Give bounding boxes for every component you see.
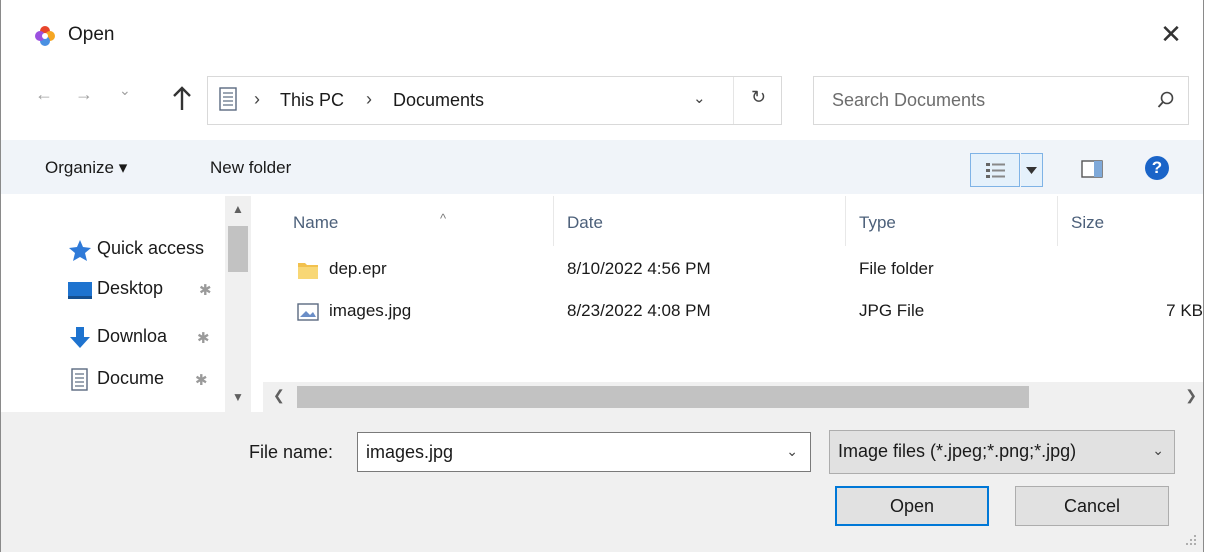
file-name-label: File name:: [249, 442, 334, 462]
window-title: Open: [68, 24, 115, 45]
sidebar-item-label: Docume: [97, 368, 165, 388]
cancel-button[interactable]: Cancel: [1015, 486, 1169, 526]
file-name: images.jpg: [329, 301, 412, 320]
file-name-input[interactable]: images.jpg: [366, 442, 453, 463]
breadcrumb-documents[interactable]: Documents: [393, 90, 484, 111]
organize-menu-button[interactable]: Organize ▾: [45, 158, 127, 178]
folder-icon: [298, 263, 318, 279]
scrollbar-thumb[interactable]: [297, 386, 1029, 408]
open-file-dialog: Open ✕ ← → ⌄ › This PC › Documents ⌄ ↻ S…: [0, 0, 1204, 552]
file-name-combobox[interactable]: images.jpg ⌄: [357, 432, 811, 472]
file-type-filter-dropdown[interactable]: Image files (*.jpeg;*.png;*.jpg) ⌄: [829, 430, 1175, 474]
file-row[interactable]: images.jpg 8/23/2022 4:08 PM JPG File 7 …: [263, 296, 1203, 330]
close-icon: ✕: [1160, 19, 1182, 49]
file-date: 8/10/2022 4:56 PM: [567, 259, 711, 278]
pin-icon: ✱: [195, 372, 208, 389]
column-divider[interactable]: [1057, 196, 1058, 246]
refresh-icon[interactable]: ↻: [751, 87, 766, 108]
column-divider[interactable]: [553, 196, 554, 246]
file-type-filter-value: Image files (*.jpeg;*.png;*.jpg): [838, 441, 1077, 461]
chevron-down-icon[interactable]: ⌄: [693, 89, 706, 107]
scroll-left-arrow[interactable]: ❮: [273, 387, 285, 404]
column-divider[interactable]: [845, 196, 846, 246]
scroll-up-arrow[interactable]: ▲: [232, 202, 244, 216]
sort-ascending-icon: ^: [440, 211, 447, 226]
file-date: 8/23/2022 4:08 PM: [567, 301, 711, 320]
navigation-pane: Quick access Desktop ✱ Downloa ✱ Docume …: [1, 196, 253, 412]
desktop-icon: [68, 282, 92, 299]
star-icon: [69, 240, 91, 261]
view-options-dropdown[interactable]: [1021, 153, 1043, 187]
up-arrow-icon[interactable]: [171, 84, 193, 114]
chevron-down-icon: ⌄: [1152, 442, 1164, 458]
sidebar-item-label: Desktop: [97, 278, 164, 298]
resize-grip-icon[interactable]: [1183, 532, 1197, 546]
scroll-right-arrow[interactable]: ❯: [1185, 387, 1197, 404]
breadcrumb-this-pc[interactable]: This PC: [280, 90, 344, 111]
preview-pane-icon[interactable]: [1081, 159, 1103, 179]
file-list: Name ^ Date Type Size dep.epr 8/10/2022 …: [263, 196, 1203, 382]
search-box[interactable]: Search Documents: [813, 76, 1189, 125]
breadcrumb-separator: ›: [254, 89, 260, 109]
divider: [733, 77, 734, 124]
chevron-down-icon[interactable]: ⌄: [786, 443, 798, 460]
file-size: 7 KB: [1166, 301, 1203, 320]
caret-down-icon: [1026, 167, 1037, 174]
search-input[interactable]: Search Documents: [832, 90, 985, 111]
dialog-footer: File name: images.jpg ⌄ Image files (*.j…: [1, 412, 1203, 552]
help-button[interactable]: ?: [1145, 156, 1169, 180]
image-file-icon: [297, 303, 319, 321]
pin-icon: ✱: [199, 282, 212, 299]
new-folder-button[interactable]: New folder: [210, 158, 291, 178]
change-view-button[interactable]: [970, 153, 1020, 187]
column-header-type[interactable]: Type: [859, 213, 896, 233]
app-logo-icon: [35, 26, 55, 46]
column-header-name[interactable]: Name ^: [293, 211, 446, 233]
recent-locations-button[interactable]: ⌄: [119, 82, 131, 99]
document-icon: [71, 368, 88, 391]
breadcrumb-separator: ›: [366, 89, 372, 109]
pin-icon: ✱: [197, 330, 210, 347]
file-list-scrollbar[interactable]: ❮ ❯: [263, 382, 1203, 412]
download-icon: [70, 327, 90, 348]
column-header-date[interactable]: Date: [567, 213, 603, 233]
address-bar[interactable]: › This PC › Documents ⌄ ↻: [207, 76, 782, 125]
column-header-size[interactable]: Size: [1071, 213, 1104, 233]
file-type: File folder: [859, 259, 934, 278]
forward-button[interactable]: →: [75, 84, 93, 105]
scroll-down-arrow[interactable]: ▼: [232, 390, 244, 404]
file-type: JPG File: [859, 301, 925, 320]
close-button[interactable]: ✕: [1149, 14, 1193, 54]
command-bar: Organize ▾ New folder ?: [1, 140, 1203, 194]
documents-icon: [219, 87, 237, 111]
sidebar-item-label: Downloa: [97, 326, 168, 346]
title-bar: Open ✕: [1, 0, 1203, 70]
sidebar-item-label: Quick access: [97, 238, 205, 258]
search-icon[interactable]: [1156, 90, 1176, 110]
details-view-icon: [986, 163, 1005, 178]
back-button[interactable]: ←: [35, 84, 53, 105]
help-icon: ?: [1151, 158, 1163, 177]
navigation-scrollbar[interactable]: ▲ ▼: [225, 196, 251, 412]
file-row[interactable]: dep.epr 8/10/2022 4:56 PM File folder: [263, 254, 1203, 288]
open-button[interactable]: Open: [835, 486, 989, 526]
file-name: dep.epr: [329, 259, 387, 278]
column-label: Name: [293, 213, 339, 232]
scrollbar-thumb[interactable]: [228, 226, 248, 272]
